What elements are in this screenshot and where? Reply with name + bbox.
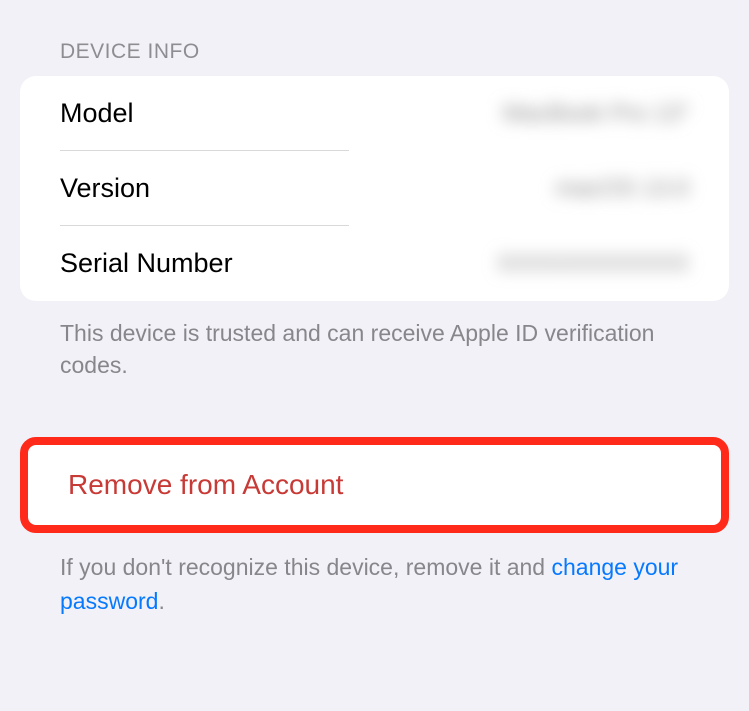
value-version: macOS 13.0 — [556, 175, 689, 203]
value-model: MacBook Pro 13" — [503, 100, 689, 128]
remove-from-account-label: Remove from Account — [68, 469, 343, 500]
remove-from-account-button[interactable]: Remove from Account — [20, 437, 729, 533]
recognize-text-period: . — [158, 588, 164, 614]
trusted-device-footer: This device is trusted and can receive A… — [0, 301, 749, 397]
device-settings-panel: DEVICE INFO Model MacBook Pro 13" Versio… — [0, 20, 749, 636]
row-version: Version macOS 13.0 — [20, 151, 729, 226]
device-info-card: Model MacBook Pro 13" Version macOS 13.0… — [20, 76, 729, 301]
value-serial-number: XXXXXXXXXXXX — [497, 250, 689, 278]
row-serial-number: Serial Number XXXXXXXXXXXX — [20, 226, 729, 301]
label-model: Model — [60, 98, 134, 129]
recognize-device-footer: If you don't recognize this device, remo… — [0, 533, 749, 636]
section-header-device-info: DEVICE INFO — [0, 20, 749, 76]
label-version: Version — [60, 173, 150, 204]
label-serial-number: Serial Number — [60, 248, 233, 279]
recognize-text-prefix: If you don't recognize this device, remo… — [60, 554, 552, 580]
row-model: Model MacBook Pro 13" — [20, 76, 729, 151]
